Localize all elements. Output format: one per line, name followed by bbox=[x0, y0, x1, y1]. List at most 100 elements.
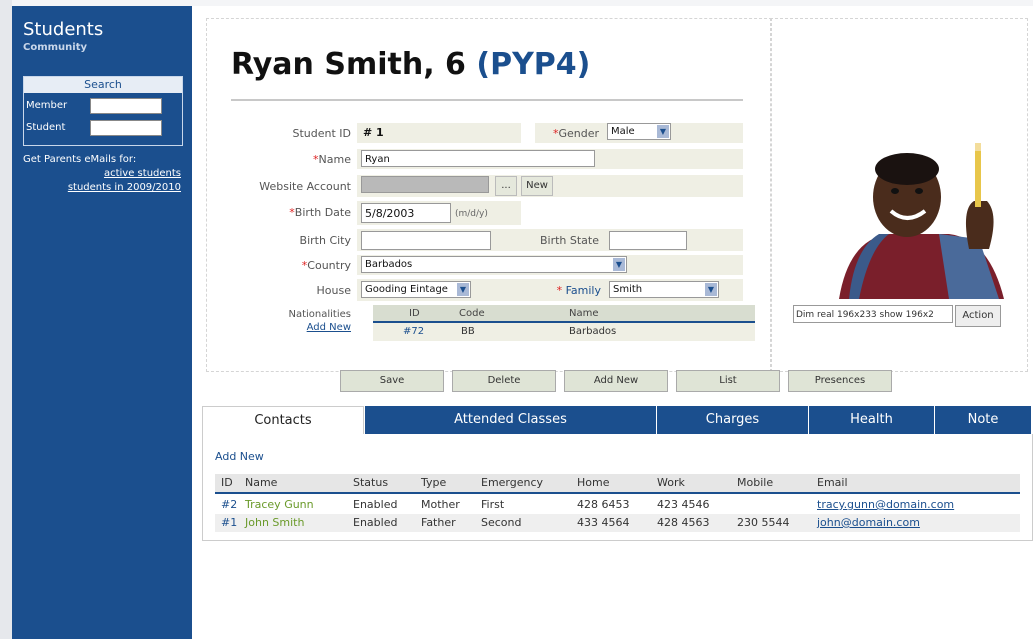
sidebar-subtitle: Community bbox=[23, 42, 88, 53]
contacts-panel: Add New ID Name Status Type Emergency Ho… bbox=[202, 434, 1033, 541]
house-select[interactable]: Gooding Eintage ▼ bbox=[361, 281, 471, 298]
birthdate-input[interactable]: 5/8/2003 bbox=[361, 203, 451, 223]
contact-id: #1 bbox=[221, 516, 238, 529]
student-grade: (PYP4) bbox=[476, 47, 591, 82]
nat-code: BB bbox=[461, 326, 475, 337]
save-button[interactable]: Save bbox=[340, 370, 444, 392]
gender-select[interactable]: Male ▼ bbox=[607, 123, 671, 140]
table-row[interactable]: #2 Tracey Gunn Enabled Mother First 428 … bbox=[215, 496, 1020, 514]
contact-status: Enabled bbox=[353, 498, 398, 511]
tab-charges[interactable]: Charges bbox=[656, 406, 808, 434]
presences-button[interactable]: Presences bbox=[788, 370, 892, 392]
name-label: *Name bbox=[313, 153, 351, 166]
chevron-down-icon: ▼ bbox=[457, 283, 469, 296]
chevron-down-icon: ▼ bbox=[613, 258, 625, 271]
add-nationality-link[interactable]: Add New bbox=[247, 322, 351, 333]
contact-emergency: First bbox=[481, 498, 505, 511]
contact-mobile: 230 5544 bbox=[737, 516, 790, 529]
window-frame bbox=[0, 0, 12, 639]
photo-dimensions: Dim real 196x233 show 196x2 bbox=[793, 305, 953, 323]
add-new-button[interactable]: Add New bbox=[564, 370, 668, 392]
add-contact-link[interactable]: Add New bbox=[215, 450, 264, 463]
col-name: Name bbox=[569, 308, 599, 319]
chevron-down-icon: ▼ bbox=[657, 125, 669, 138]
house-label: House bbox=[316, 284, 351, 297]
col-mobile: Mobile bbox=[737, 476, 774, 489]
col-type: Type bbox=[421, 476, 447, 489]
title-divider bbox=[231, 99, 743, 101]
student-search-input[interactable] bbox=[90, 120, 162, 136]
contact-name[interactable]: Tracey Gunn bbox=[245, 498, 314, 511]
website-new-button[interactable]: New bbox=[521, 176, 553, 196]
birthcity-label: Birth City bbox=[299, 234, 351, 247]
country-select[interactable]: Barbados ▼ bbox=[361, 256, 627, 273]
member-label: Member bbox=[26, 100, 68, 111]
sidebar-title: Students bbox=[23, 19, 104, 40]
contact-email-link[interactable]: john@domain.com bbox=[817, 516, 920, 529]
tab-bar: Contacts Attended Classes Charges Health… bbox=[202, 406, 1031, 434]
contact-work: 423 4546 bbox=[657, 498, 710, 511]
chevron-down-icon: ▼ bbox=[705, 283, 717, 296]
birthdate-label: *Birth Date bbox=[289, 206, 351, 219]
contact-home: 433 4564 bbox=[577, 516, 630, 529]
contact-email-link[interactable]: tracy.gunn@domain.com bbox=[817, 498, 954, 511]
col-name: Name bbox=[245, 476, 278, 489]
member-search-row: Member bbox=[26, 97, 162, 115]
nationalities-table: ID Code Name #72 BB Barbados bbox=[373, 305, 755, 341]
nat-name: Barbados bbox=[569, 326, 617, 337]
photo-action-button[interactable]: Action bbox=[955, 305, 1001, 327]
col-home: Home bbox=[577, 476, 610, 489]
website-account-input[interactable] bbox=[361, 176, 489, 193]
col-code: Code bbox=[459, 308, 485, 319]
students-year-link[interactable]: students in 2009/2010 bbox=[68, 182, 181, 193]
main-content: Ryan Smith, 6 (PYP4) Student ID # 1 *Gen… bbox=[192, 6, 1033, 639]
member-search-input[interactable] bbox=[90, 98, 162, 114]
nationalities-header: ID Code Name bbox=[373, 305, 755, 323]
contact-id: #2 bbox=[221, 498, 238, 511]
student-label: Student bbox=[26, 122, 66, 133]
student-photo bbox=[829, 139, 1009, 299]
tab-note[interactable]: Note bbox=[934, 406, 1031, 434]
search-panel: Search Member Student bbox=[23, 76, 183, 146]
tab-health[interactable]: Health bbox=[808, 406, 934, 434]
student-name: Ryan Smith, 6 bbox=[231, 47, 466, 82]
contact-work: 428 4563 bbox=[657, 516, 710, 529]
contact-type: Mother bbox=[421, 498, 460, 511]
active-students-link[interactable]: active students bbox=[104, 168, 181, 179]
contact-emergency: Second bbox=[481, 516, 522, 529]
family-select[interactable]: Smith ▼ bbox=[609, 281, 719, 298]
gender-label: *Gender bbox=[552, 127, 599, 140]
delete-button[interactable]: Delete bbox=[452, 370, 556, 392]
tab-attended-classes[interactable]: Attended Classes bbox=[364, 406, 656, 434]
table-row[interactable]: #1 John Smith Enabled Father Second 433 … bbox=[215, 514, 1020, 532]
birthcity-input[interactable] bbox=[361, 231, 491, 250]
col-work: Work bbox=[657, 476, 685, 489]
col-id: ID bbox=[409, 308, 420, 319]
parents-emails-text: Get Parents eMails for: bbox=[23, 154, 137, 165]
page-title: Ryan Smith, 6 (PYP4) bbox=[231, 47, 590, 82]
search-header: Search bbox=[24, 77, 182, 93]
contact-home: 428 6453 bbox=[577, 498, 630, 511]
website-label: Website Account bbox=[259, 180, 351, 193]
student-id-label: Student ID bbox=[292, 127, 351, 140]
contact-type: Father bbox=[421, 516, 456, 529]
nationalities-label: Nationalities bbox=[288, 309, 351, 320]
name-input[interactable]: Ryan bbox=[361, 150, 595, 167]
student-search-row: Student bbox=[26, 119, 162, 137]
col-emergency: Emergency bbox=[481, 476, 544, 489]
contacts-header: ID Name Status Type Emergency Home Work … bbox=[215, 474, 1020, 494]
website-browse-button[interactable]: ... bbox=[495, 176, 517, 196]
table-row[interactable]: #72 BB Barbados bbox=[373, 323, 755, 341]
country-label: *Country bbox=[301, 259, 351, 272]
birthstate-label: Birth State bbox=[539, 234, 599, 247]
birthstate-input[interactable] bbox=[609, 231, 687, 250]
photo-panel: Dim real 196x233 show 196x2 Action bbox=[770, 18, 1028, 372]
contact-name[interactable]: John Smith bbox=[245, 516, 304, 529]
sidebar: Students Community Search Member Student… bbox=[12, 6, 192, 639]
list-button[interactable]: List bbox=[676, 370, 780, 392]
contact-status: Enabled bbox=[353, 516, 398, 529]
nat-id: #72 bbox=[403, 326, 425, 337]
tab-contacts[interactable]: Contacts bbox=[202, 406, 364, 434]
student-form: Ryan Smith, 6 (PYP4) Student ID # 1 *Gen… bbox=[206, 18, 772, 372]
birthdate-hint: (m/d/y) bbox=[455, 209, 488, 219]
